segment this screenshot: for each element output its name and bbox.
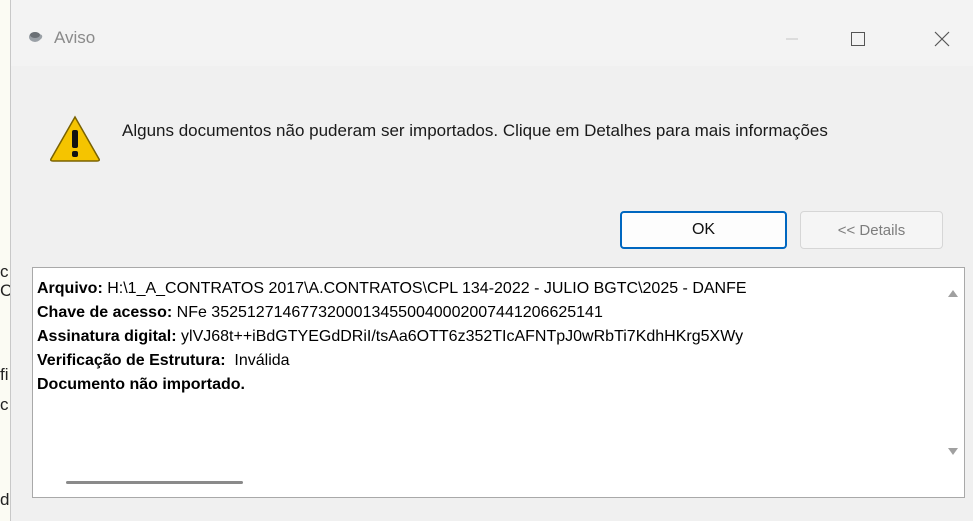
window-title: Aviso	[54, 28, 96, 47]
details-value: H:\1_A_CONTRATOS 2017\A.CONTRATOS\CPL 13…	[102, 280, 747, 297]
title-bar[interactable]: Aviso	[11, 0, 973, 66]
maximize-button[interactable]	[835, 22, 881, 56]
scroll-up-icon[interactable]	[948, 290, 958, 297]
details-line-file: Arquivo: H:\1_A_CONTRATOS 2017\A.CONTRAT…	[37, 277, 937, 301]
details-textarea[interactable]: Arquivo: H:\1_A_CONTRATOS 2017\A.CONTRAT…	[32, 267, 965, 498]
details-label: Assinatura digital:	[37, 328, 177, 345]
details-line-status: Documento não importado.	[37, 373, 937, 397]
close-icon	[934, 31, 950, 47]
background-text: fi	[0, 365, 9, 384]
scroll-down-icon[interactable]	[948, 448, 958, 455]
details-button[interactable]: << Details	[800, 211, 943, 249]
java-cup-icon	[29, 32, 43, 42]
details-line-signature: Assinatura digital: ylVJ68t++iBdGTYEGdDR…	[37, 325, 937, 349]
warning-icon	[50, 115, 100, 162]
background-text: d	[0, 490, 10, 509]
details-label: Arquivo:	[37, 280, 103, 297]
minimize-button[interactable]	[769, 22, 815, 56]
horizontal-scrollbar-thumb[interactable]	[66, 481, 243, 484]
details-label: Documento não importado.	[37, 376, 245, 393]
ok-button[interactable]: OK	[620, 211, 787, 249]
details-line-structure: Verificação de Estrutura: Inválida	[37, 349, 937, 373]
dialog-window: Aviso Alguns documentos não puderam ser …	[10, 0, 973, 521]
dialog-message: Alguns documentos não puderam ser import…	[122, 121, 828, 140]
background-text: c	[0, 262, 9, 281]
details-label: Chave de acesso:	[37, 304, 173, 321]
minimize-icon	[786, 38, 798, 40]
details-line-key: Chave de acesso: NFe 3525127146773200013…	[37, 301, 937, 325]
close-button[interactable]	[919, 22, 965, 56]
details-value: Inválida	[225, 352, 290, 369]
details-value: ylVJ68t++iBdGTYEGdDRiI/tsAa6OTT6z352TIcA…	[176, 328, 744, 345]
background-text: c	[0, 395, 9, 414]
details-label: Verificação de Estrutura:	[37, 352, 226, 369]
details-content: Arquivo: H:\1_A_CONTRATOS 2017\A.CONTRAT…	[37, 277, 937, 397]
details-value: NFe 352512714677320001345500400020074412…	[172, 304, 603, 321]
maximize-icon	[851, 32, 865, 46]
vertical-scrollbar[interactable]	[942, 268, 964, 497]
